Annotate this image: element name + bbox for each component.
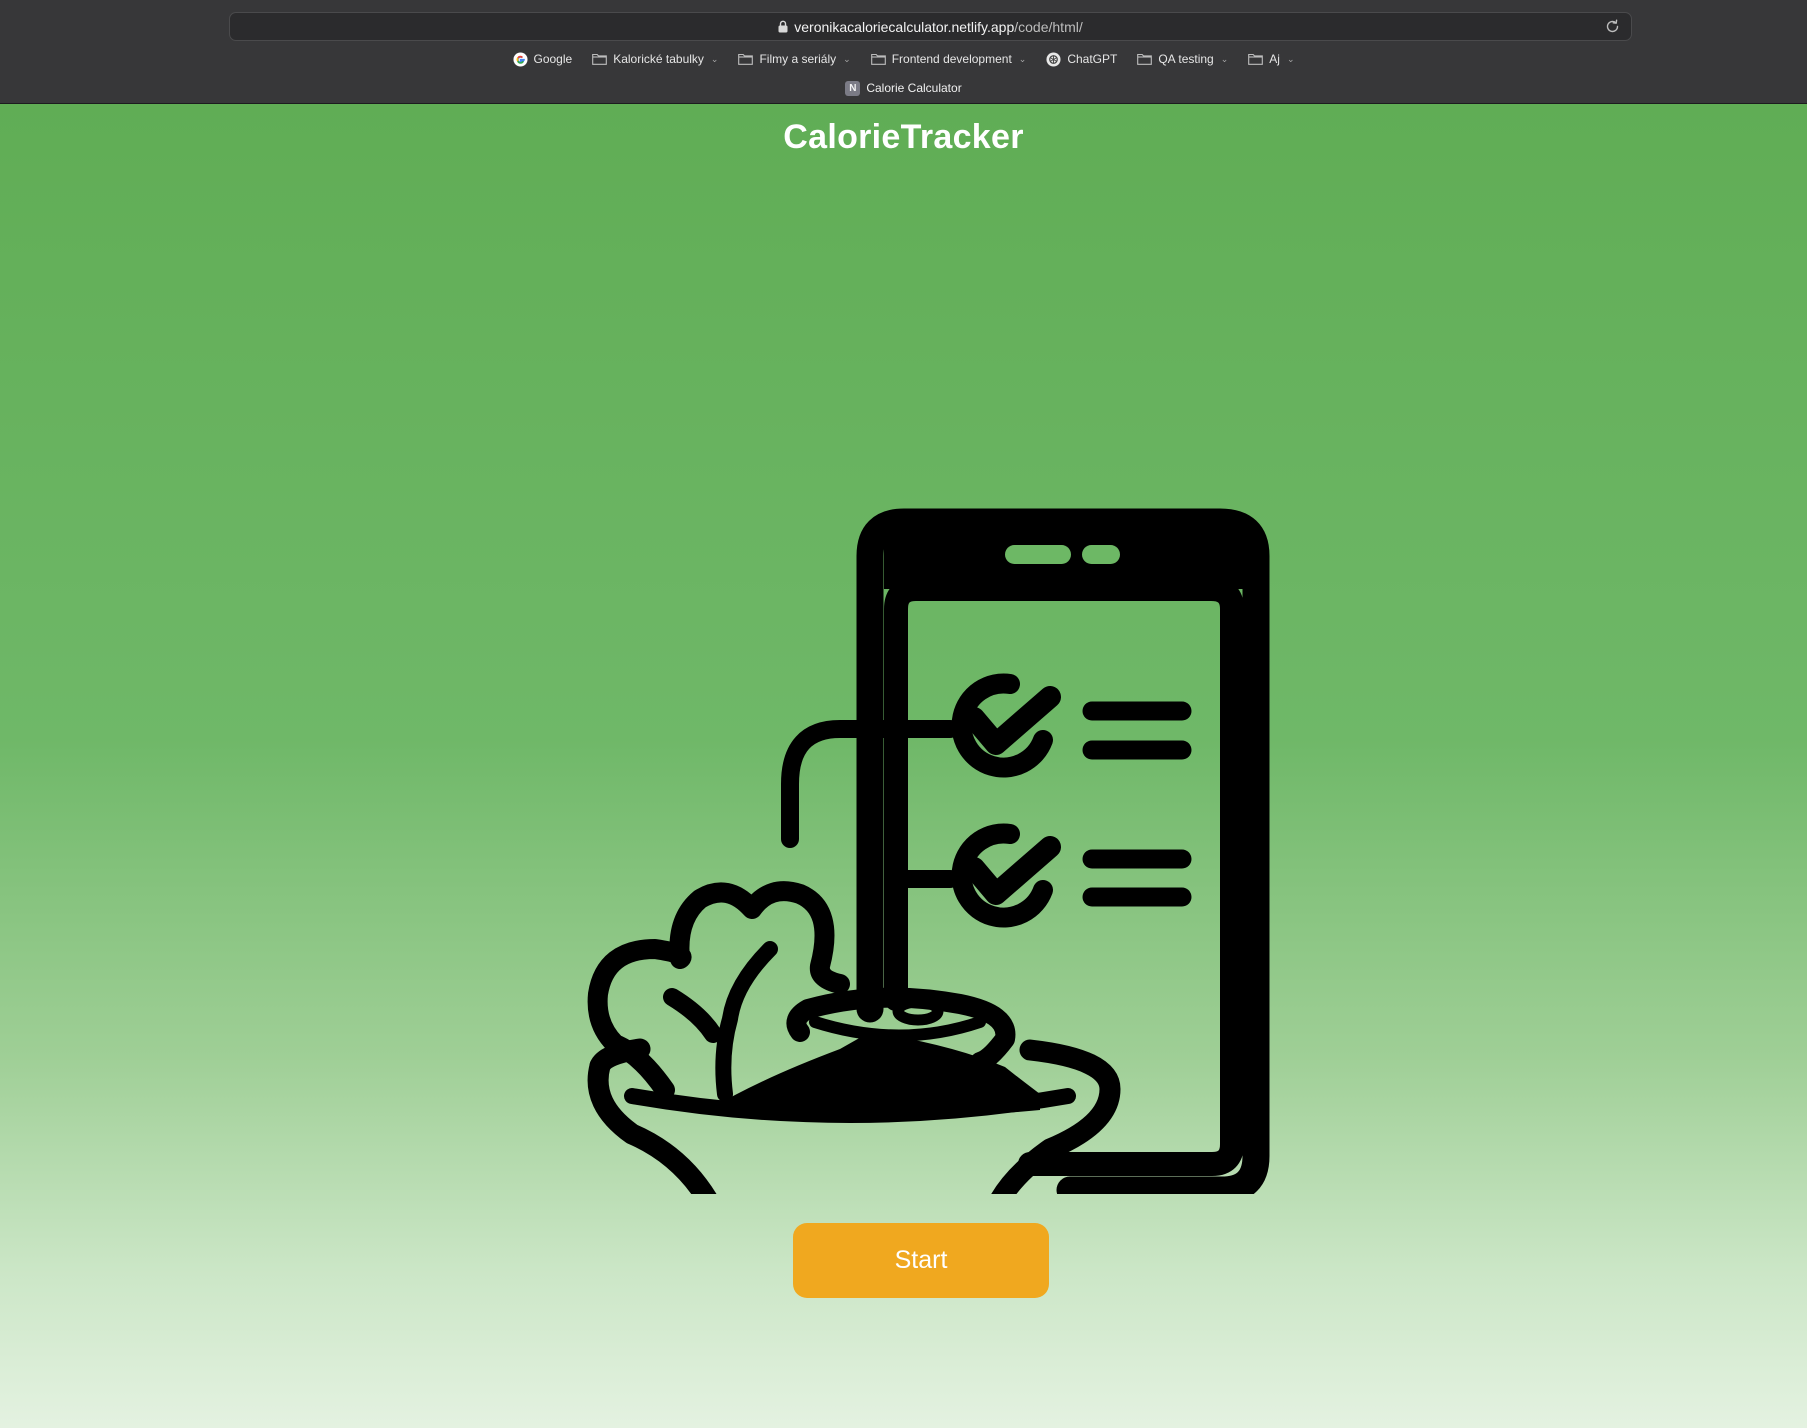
bookmark-label: ChatGPT (1067, 52, 1118, 66)
bookmark-folder-kaloricke-tabulky[interactable]: Kalorické tabulky ⌄ (592, 52, 718, 66)
bookmark-label: QA testing (1158, 52, 1214, 66)
bookmark-label: Filmy a seriály (759, 52, 837, 66)
url-host: veronikacaloriecalculator.netlify.app (794, 18, 1015, 35)
bookmark-folder-qa-testing[interactable]: QA testing ⌄ (1137, 52, 1228, 66)
url-path: /code/html/ (1014, 18, 1083, 35)
folder-icon (592, 53, 608, 65)
start-button[interactable]: Start (793, 1223, 1049, 1298)
chevron-down-icon: ⌄ (1018, 53, 1027, 64)
google-icon (512, 51, 528, 67)
folder-icon (738, 53, 754, 65)
bookmark-folder-frontend-development[interactable]: Frontend development ⌄ (870, 52, 1027, 66)
folder-icon (1248, 53, 1264, 65)
page-title: CalorieTracker (783, 118, 1024, 156)
address-bar[interactable]: veronikacaloriecalculator.netlify.app/co… (229, 12, 1632, 41)
folder-icon (870, 53, 886, 65)
tab-title: Calorie Calculator (866, 81, 962, 95)
bookmark-google[interactable]: Google (512, 51, 573, 67)
tab-favicon-icon: N (845, 80, 861, 96)
phone-checklist-salad-icon (587, 508, 1270, 1194)
chevron-down-icon: ⌄ (710, 53, 719, 64)
bookmark-chatgpt[interactable]: ChatGPT (1046, 51, 1118, 67)
folder-icon (1137, 53, 1153, 65)
chatgpt-icon (1046, 51, 1061, 67)
reload-icon[interactable] (1604, 18, 1621, 35)
bookmark-label: Aj (1269, 52, 1280, 66)
tab-calorie-calculator[interactable]: N Calorie Calculator (845, 80, 962, 96)
lock-icon (778, 20, 788, 33)
chevron-down-icon: ⌄ (1286, 53, 1295, 64)
bookmark-label: Google (533, 52, 573, 66)
bookmark-folder-filmy-a-serialy[interactable]: Filmy a seriály ⌄ (738, 52, 851, 66)
bookmark-label: Kalorické tabulky (613, 52, 704, 66)
chevron-down-icon: ⌄ (843, 53, 851, 64)
bookmark-label: Frontend development (891, 52, 1012, 66)
tab-bar: N Calorie Calculator (0, 78, 1807, 98)
browser-chrome: veronikacaloriecalculator.netlify.app/co… (0, 0, 1807, 104)
bookmarks-bar: Google Kalorické tabulky ⌄ Filmy a seriá… (0, 48, 1807, 70)
bookmark-folder-aj[interactable]: Aj ⌄ (1248, 52, 1294, 66)
chevron-down-icon: ⌄ (1220, 53, 1229, 64)
calorie-tracker-page: CalorieTracker Start (0, 104, 1807, 1428)
